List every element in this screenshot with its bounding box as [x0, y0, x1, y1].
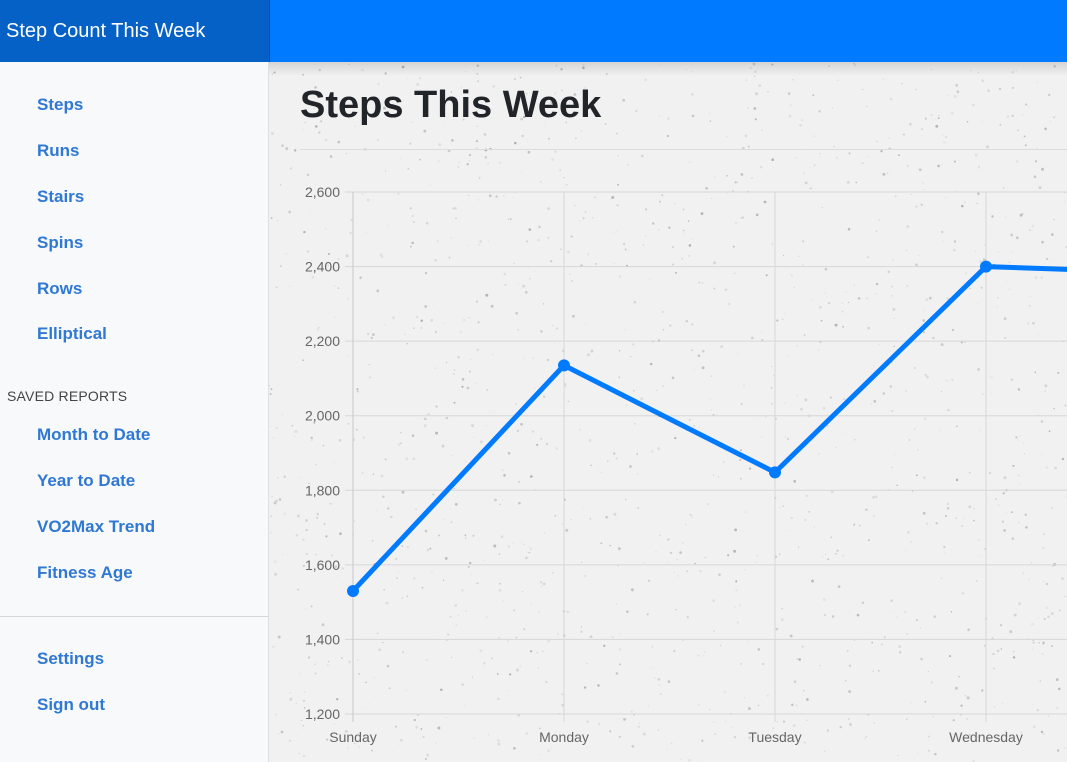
title-divider — [300, 149, 1067, 150]
page-title: Steps This Week — [300, 84, 602, 126]
background-texture — [269, 62, 1067, 762]
data-point — [347, 584, 359, 597]
sidebar-item-settings[interactable]: Settings — [37, 649, 104, 669]
x-tick-label: Tuesday — [748, 729, 801, 745]
saved-report-month-to-date[interactable]: Month to Date — [37, 425, 150, 445]
steps-line-chart: 1,200 1,400 1,600 1,800 2,000 2,200 2,400 2,600… — [269, 62, 1067, 762]
y-tick-label: 1,600 — [305, 557, 340, 573]
data-point — [769, 466, 781, 479]
brand-title[interactable]: Step Count This Week — [0, 0, 270, 62]
sidebar-item-steps[interactable]: Steps — [37, 95, 83, 115]
y-tick-label: 2,400 — [305, 259, 340, 275]
sidebar-item-runs[interactable]: Runs — [37, 141, 80, 161]
sidebar-item-sign-out[interactable]: Sign out — [37, 695, 105, 715]
sidebar-item-stairs[interactable]: Stairs — [37, 187, 84, 207]
y-tick-label: 2,600 — [305, 184, 340, 200]
x-tick-label: Sunday — [329, 729, 376, 745]
data-point — [558, 359, 570, 372]
sidebar-divider — [0, 616, 269, 617]
sidebar-item-rows[interactable]: Rows — [37, 279, 82, 299]
sidebar-item-spins[interactable]: Spins — [37, 233, 83, 253]
series-line — [350, 264, 1067, 594]
saved-reports-heading: SAVED REPORTS — [7, 388, 128, 404]
y-tick-label: 1,400 — [305, 631, 340, 647]
saved-report-year-to-date[interactable]: Year to Date — [37, 471, 135, 491]
x-tick-label: Wednesday — [949, 729, 1023, 745]
y-tick-label: 2,000 — [305, 408, 340, 424]
saved-report-vo2max-trend[interactable]: VO2Max Trend — [37, 517, 155, 537]
data-point — [980, 260, 992, 273]
y-tick-label: 2,200 — [305, 333, 340, 349]
sidebar: Steps Runs Stairs Spins Rows Elliptical … — [0, 62, 269, 762]
x-tick-label: Monday — [539, 729, 589, 745]
main-content: 1,200 1,400 1,600 1,800 2,000 2,200 2,400 2,600… — [269, 62, 1067, 762]
sidebar-item-elliptical[interactable]: Elliptical — [37, 324, 107, 344]
y-tick-label: 1,800 — [305, 482, 340, 498]
saved-report-fitness-age[interactable]: Fitness Age — [37, 563, 133, 583]
y-tick-label: 1,200 — [305, 706, 340, 722]
